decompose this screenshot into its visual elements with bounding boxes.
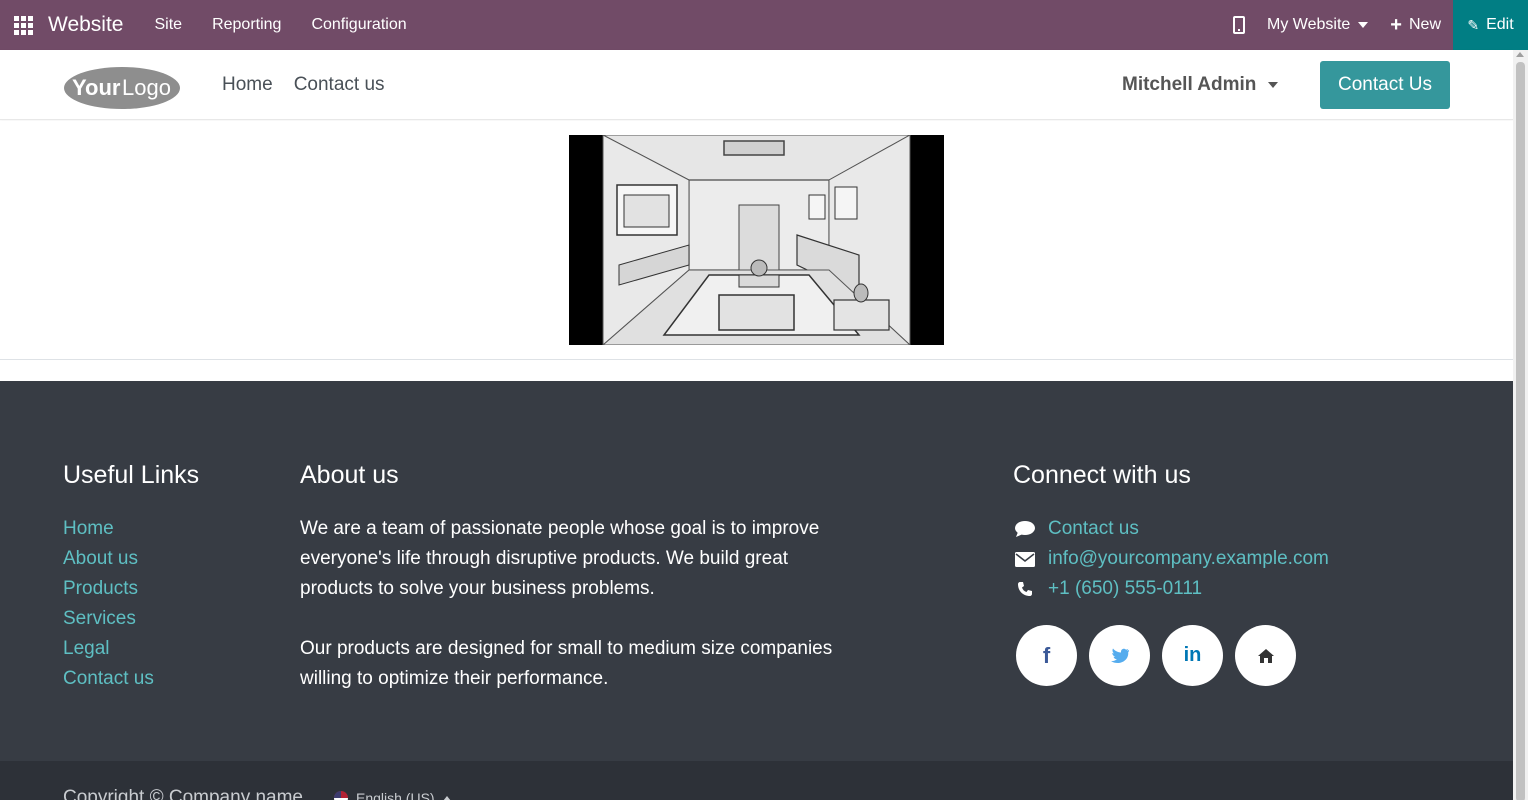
website-switcher-label: My Website <box>1267 16 1351 33</box>
social-links: f in <box>1016 625 1308 686</box>
copyright-bar: Copyright © Company name English (US) <box>0 761 1513 800</box>
twitter-icon[interactable] <box>1089 625 1150 686</box>
connect-item-phone: +1 (650) 555-0111 <box>1013 574 1329 604</box>
language-label: English (US) <box>356 790 435 800</box>
scrollbar-thumb[interactable] <box>1516 62 1525 800</box>
menu-reporting[interactable]: Reporting <box>197 16 296 34</box>
living-room-sketch-image <box>569 135 944 345</box>
connect-list: Contact us info@yourcompany.example.com … <box>1013 514 1329 604</box>
chevron-up-icon <box>442 795 451 800</box>
contact-us-button[interactable]: Contact Us <box>1320 61 1450 109</box>
plus-icon: + <box>1390 14 1402 36</box>
footer-link-about-us[interactable]: About us <box>63 544 154 574</box>
nav-contact-us[interactable]: Contact us <box>294 74 385 96</box>
about-us-title: About us <box>300 461 399 489</box>
svg-text:Your: Your <box>72 75 121 100</box>
website-switcher[interactable]: My Website <box>1267 16 1369 34</box>
us-flag-icon <box>334 791 348 800</box>
envelope-icon <box>1013 551 1037 567</box>
connect-item-email: info@yourcompany.example.com <box>1013 544 1329 574</box>
about-us-text: We are a team of passionate people whose… <box>300 514 860 694</box>
home-icon[interactable] <box>1235 625 1296 686</box>
footer-link-legal[interactable]: Legal <box>63 634 154 664</box>
about-paragraph-1: We are a team of passionate people whose… <box>300 518 820 599</box>
connect-email-link[interactable]: info@yourcompany.example.com <box>1048 548 1329 570</box>
connect-title: Connect with us <box>1013 461 1191 489</box>
footer-link-products[interactable]: Products <box>63 574 154 604</box>
copyright-text: Copyright © Company name <box>63 787 303 800</box>
phone-icon <box>1013 581 1037 597</box>
comment-icon <box>1013 520 1037 538</box>
new-label: New <box>1408 16 1441 33</box>
linkedin-glyph: in <box>1183 644 1202 666</box>
useful-links-title: Useful Links <box>63 461 200 489</box>
pencil-icon: ✎ <box>1467 16 1480 33</box>
app-name[interactable]: Website <box>48 13 123 37</box>
about-paragraph-2: Our products are designed for small to m… <box>300 638 833 689</box>
user-menu[interactable]: Mitchell Admin <box>1122 74 1279 96</box>
site-header: Your Logo Home Contact us Mitchell Admin… <box>0 50 1513 120</box>
admin-navbar: Website Site Reporting Configuration My … <box>0 0 1528 50</box>
edit-button[interactable]: ✎ Edit <box>1453 0 1528 50</box>
mobile-preview-icon[interactable] <box>1233 16 1246 34</box>
main-content <box>0 121 1513 360</box>
connect-phone-link[interactable]: +1 (650) 555-0111 <box>1048 578 1202 600</box>
nav-home[interactable]: Home <box>222 74 273 96</box>
menu-site[interactable]: Site <box>139 16 197 34</box>
chevron-down-icon <box>1268 82 1279 88</box>
useful-links-list: Home About us Products Services Legal Co… <box>63 514 154 694</box>
menu-configuration[interactable]: Configuration <box>296 16 421 34</box>
svg-text:Logo: Logo <box>122 75 171 100</box>
facebook-glyph: f <box>1042 642 1051 668</box>
scroll-up-arrow-icon[interactable] <box>1516 52 1524 57</box>
site-footer: Useful Links Home About us Products Serv… <box>0 381 1513 761</box>
apps-menu-icon[interactable] <box>0 0 46 50</box>
page-scrollbar[interactable] <box>1513 50 1528 800</box>
footer-link-home[interactable]: Home <box>63 514 154 544</box>
site-logo[interactable]: Your Logo <box>62 65 182 111</box>
footer-link-contact-us[interactable]: Contact us <box>63 664 154 694</box>
linkedin-icon[interactable]: in <box>1162 625 1223 686</box>
connect-contact-link[interactable]: Contact us <box>1048 518 1139 540</box>
chevron-down-icon <box>1358 22 1369 28</box>
footer-link-services[interactable]: Services <box>63 604 154 634</box>
facebook-icon[interactable]: f <box>1016 625 1077 686</box>
connect-item-contact: Contact us <box>1013 514 1329 544</box>
user-name: Mitchell Admin <box>1122 74 1257 95</box>
language-selector[interactable]: English (US) <box>334 790 451 800</box>
edit-label: Edit <box>1486 16 1514 33</box>
new-button[interactable]: + New <box>1390 15 1441 35</box>
